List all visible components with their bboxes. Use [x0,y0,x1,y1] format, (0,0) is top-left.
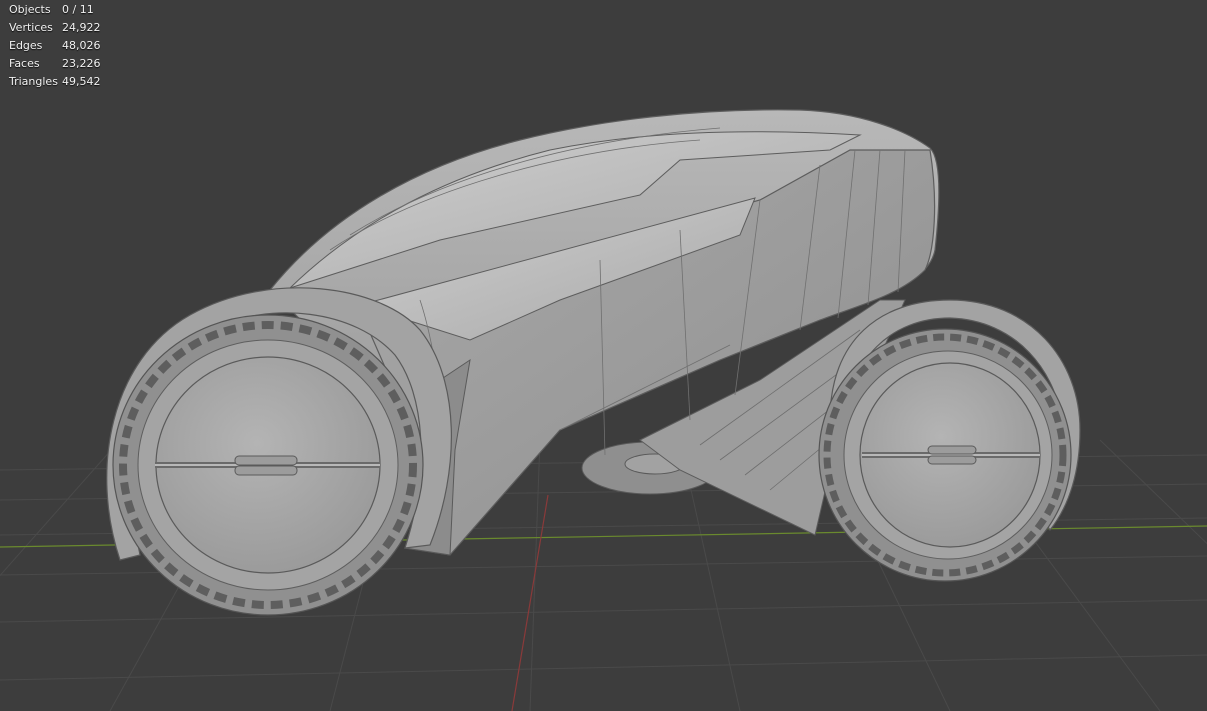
left-wheel [112,314,424,616]
stat-value: 24,922 [62,21,101,34]
stat-label: Triangles [9,75,58,88]
stat-value: 48,026 [62,39,101,52]
viewport-scene[interactable] [0,0,1207,711]
stat-row-objects: Objects 0 / 11 [9,1,101,19]
stat-label: Faces [9,57,40,70]
stat-row-faces: Faces 23,226 [9,55,101,73]
stat-value: 0 / 11 [62,3,94,16]
stat-value: 49,542 [62,75,101,88]
stat-row-vertices: Vertices 24,922 [9,19,101,37]
3d-viewport[interactable]: Objects 0 / 11 Vertices 24,922 Edges 48,… [0,0,1207,711]
stat-label: Edges [9,39,43,52]
stat-label: Vertices [9,21,53,34]
right-wheel [818,328,1072,582]
stat-row-triangles: Triangles 49,542 [9,73,101,91]
stat-row-edges: Edges 48,026 [9,37,101,55]
stat-value: 23,226 [62,57,101,70]
stat-label: Objects [9,3,51,16]
statistics-overlay: Objects 0 / 11 Vertices 24,922 Edges 48,… [9,1,101,91]
